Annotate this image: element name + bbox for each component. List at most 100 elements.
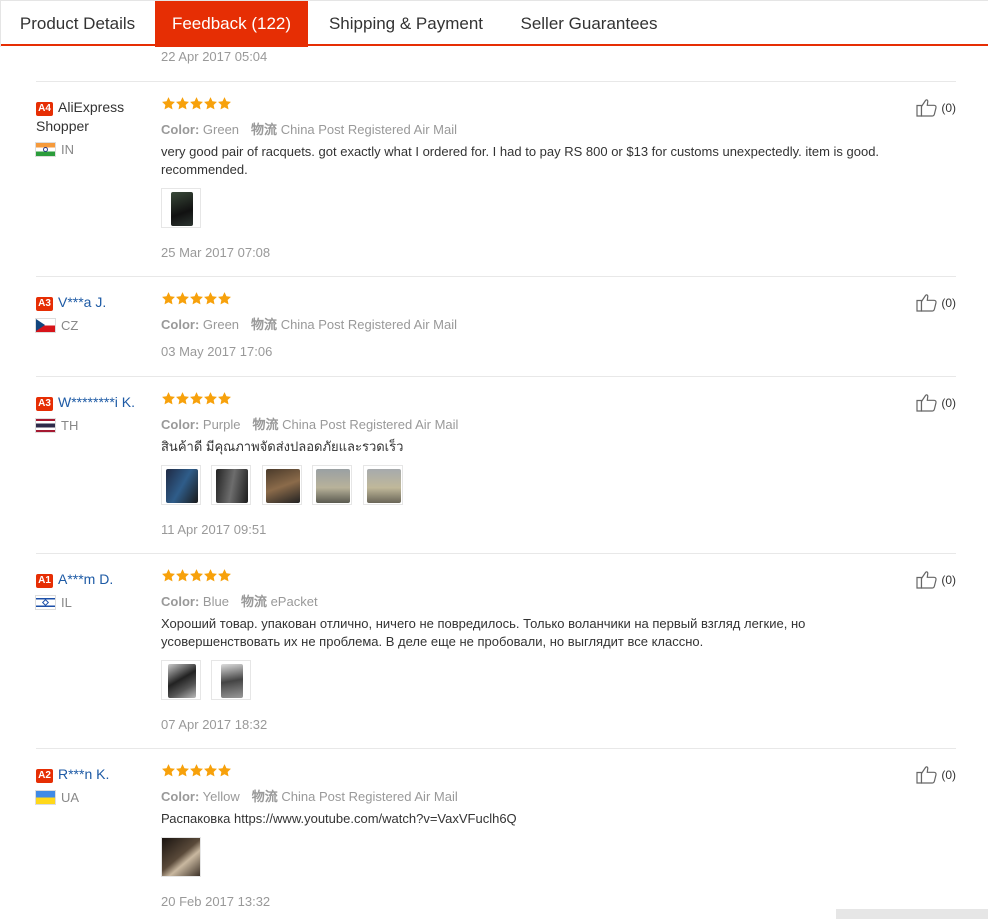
- rating-stars: [161, 291, 231, 307]
- review-photos: [161, 188, 207, 233]
- star-icon: [217, 292, 231, 310]
- star-icon: [175, 392, 189, 410]
- logistics-method: China Post Registered Air Mail: [280, 122, 457, 137]
- review-photo-thumbnail[interactable]: [161, 188, 201, 228]
- review-photo-thumbnail[interactable]: [161, 837, 201, 877]
- review-item: A3 W********i K. TH Color: Purple 物流 China…: [36, 376, 956, 554]
- star-icon: [175, 292, 189, 310]
- star-icon: [161, 97, 175, 115]
- review-text: Распаковка https://www.youtube.com/watch…: [161, 811, 517, 826]
- helpful-button[interactable]: (0): [916, 569, 956, 589]
- review-photos: [161, 465, 409, 510]
- rating-stars: [161, 96, 231, 112]
- thumbs-up-icon: [916, 394, 941, 412]
- star-icon: [161, 569, 175, 587]
- scrollbar-corner: [836, 909, 988, 919]
- star-icon: [161, 392, 175, 410]
- thumbs-up-icon: [916, 571, 941, 589]
- buyer-level-badge: A2: [36, 769, 53, 783]
- tab-product-details[interactable]: Product Details: [0, 1, 155, 45]
- review-photo-thumbnail[interactable]: [161, 465, 201, 505]
- reviewer-country: TH: [61, 418, 79, 433]
- star-icon: [175, 764, 189, 782]
- helpful-count: (0): [941, 573, 956, 587]
- helpful-button[interactable]: (0): [916, 97, 956, 117]
- review-date: 07 Apr 2017 18:32: [161, 717, 268, 732]
- review-photo-thumbnail[interactable]: [161, 660, 201, 700]
- reviewer-info: A4 AliExpress Shopper IN: [36, 98, 156, 158]
- rating-stars: [161, 763, 231, 779]
- logistics-method: ePacket: [270, 594, 318, 609]
- star-icon: [203, 764, 217, 782]
- reviewer-info: A2 R***n K. UA: [36, 765, 156, 806]
- rating-stars: [161, 391, 231, 407]
- review-meta: Color: Green 物流 China Post Registered Air…: [161, 317, 457, 332]
- product-color: Green: [202, 317, 240, 332]
- review-photo-thumbnail[interactable]: [211, 660, 252, 700]
- review-item: A2 R***n K. UA Color: Yellow 物流 China Post…: [36, 748, 956, 920]
- review-meta: Color: Green 物流 China Post Registered Air…: [161, 122, 457, 137]
- star-icon: [189, 292, 203, 310]
- product-color: Purple: [202, 417, 241, 432]
- logistics-method: China Post Registered Air Mail: [280, 317, 457, 332]
- reviewer-country: IN: [61, 142, 74, 157]
- star-icon: [217, 392, 231, 410]
- review-date: 20 Feb 2017 13:32: [161, 894, 271, 909]
- buyer-level-badge: A3: [36, 297, 53, 311]
- reviewer-name[interactable]: W********i K.: [58, 394, 135, 410]
- review-text: very good pair of racquets. got exactly …: [161, 144, 880, 177]
- reviewer-name[interactable]: A***m D.: [58, 571, 113, 587]
- india-flag-icon: [36, 143, 55, 156]
- review-photo-thumbnail[interactable]: [211, 465, 252, 505]
- star-icon: [203, 97, 217, 115]
- review-photo-thumbnail[interactable]: [261, 465, 302, 505]
- previous-review-date: 22 Apr 2017 05:04: [161, 49, 268, 64]
- star-icon: [217, 569, 231, 587]
- review-photos: [161, 837, 207, 882]
- helpful-count: (0): [941, 296, 956, 310]
- star-icon: [189, 569, 203, 587]
- logistics-method: China Post Registered Air Mail: [281, 789, 458, 804]
- tab-shipping-payment[interactable]: Shipping & Payment: [308, 1, 504, 45]
- helpful-button[interactable]: (0): [916, 292, 956, 312]
- star-icon: [189, 392, 203, 410]
- review-item: A4 AliExpress Shopper IN Color: Green 物流 C…: [36, 81, 956, 277]
- reviewer-name[interactable]: R***n K.: [58, 766, 109, 782]
- review-photo-thumbnail[interactable]: [312, 465, 353, 505]
- tab-feedback[interactable]: Feedback (122): [155, 1, 308, 47]
- review-photos: [161, 660, 257, 705]
- reviewer-country: IL: [61, 595, 72, 610]
- helpful-count: (0): [941, 101, 956, 115]
- review-date: 03 May 2017 17:06: [161, 344, 273, 359]
- star-icon: [203, 569, 217, 587]
- star-icon: [175, 97, 189, 115]
- star-icon: [189, 764, 203, 782]
- review-text: Хороший товар. упакован отлично, ничего …: [161, 616, 806, 649]
- buyer-level-badge: A3: [36, 397, 53, 411]
- helpful-count: (0): [941, 396, 956, 410]
- reviewer-country: CZ: [61, 318, 79, 333]
- helpful-button[interactable]: (0): [916, 764, 956, 784]
- star-icon: [217, 764, 231, 782]
- star-icon: [217, 97, 231, 115]
- reviewer-country: UA: [61, 790, 80, 805]
- product-color: Yellow: [202, 789, 240, 804]
- review-item: A3 V***a J. CZ Color: Green 物流 China Post …: [36, 276, 956, 377]
- product-color: Green: [202, 122, 240, 137]
- star-icon: [203, 392, 217, 410]
- reviewer-name[interactable]: V***a J.: [58, 294, 106, 310]
- thumbs-up-icon: [916, 294, 941, 312]
- review-date: 25 Mar 2017 07:08: [161, 245, 271, 260]
- thumbs-up-icon: [916, 766, 941, 784]
- helpful-button[interactable]: (0): [916, 392, 956, 412]
- review-meta: Color: Yellow 物流 China Post Registered Ai…: [161, 789, 458, 804]
- tab-bar: Product Details Feedback (122) Shipping …: [0, 0, 988, 47]
- review-photo-thumbnail[interactable]: [362, 465, 403, 505]
- star-icon: [175, 569, 189, 587]
- star-icon: [203, 292, 217, 310]
- thumbs-up-icon: [916, 99, 941, 117]
- czech-flag-icon: [36, 319, 55, 332]
- thailand-flag-icon: [36, 419, 55, 432]
- helpful-count: (0): [941, 768, 956, 782]
- tab-seller-guarantees[interactable]: Seller Guarantees: [504, 1, 674, 45]
